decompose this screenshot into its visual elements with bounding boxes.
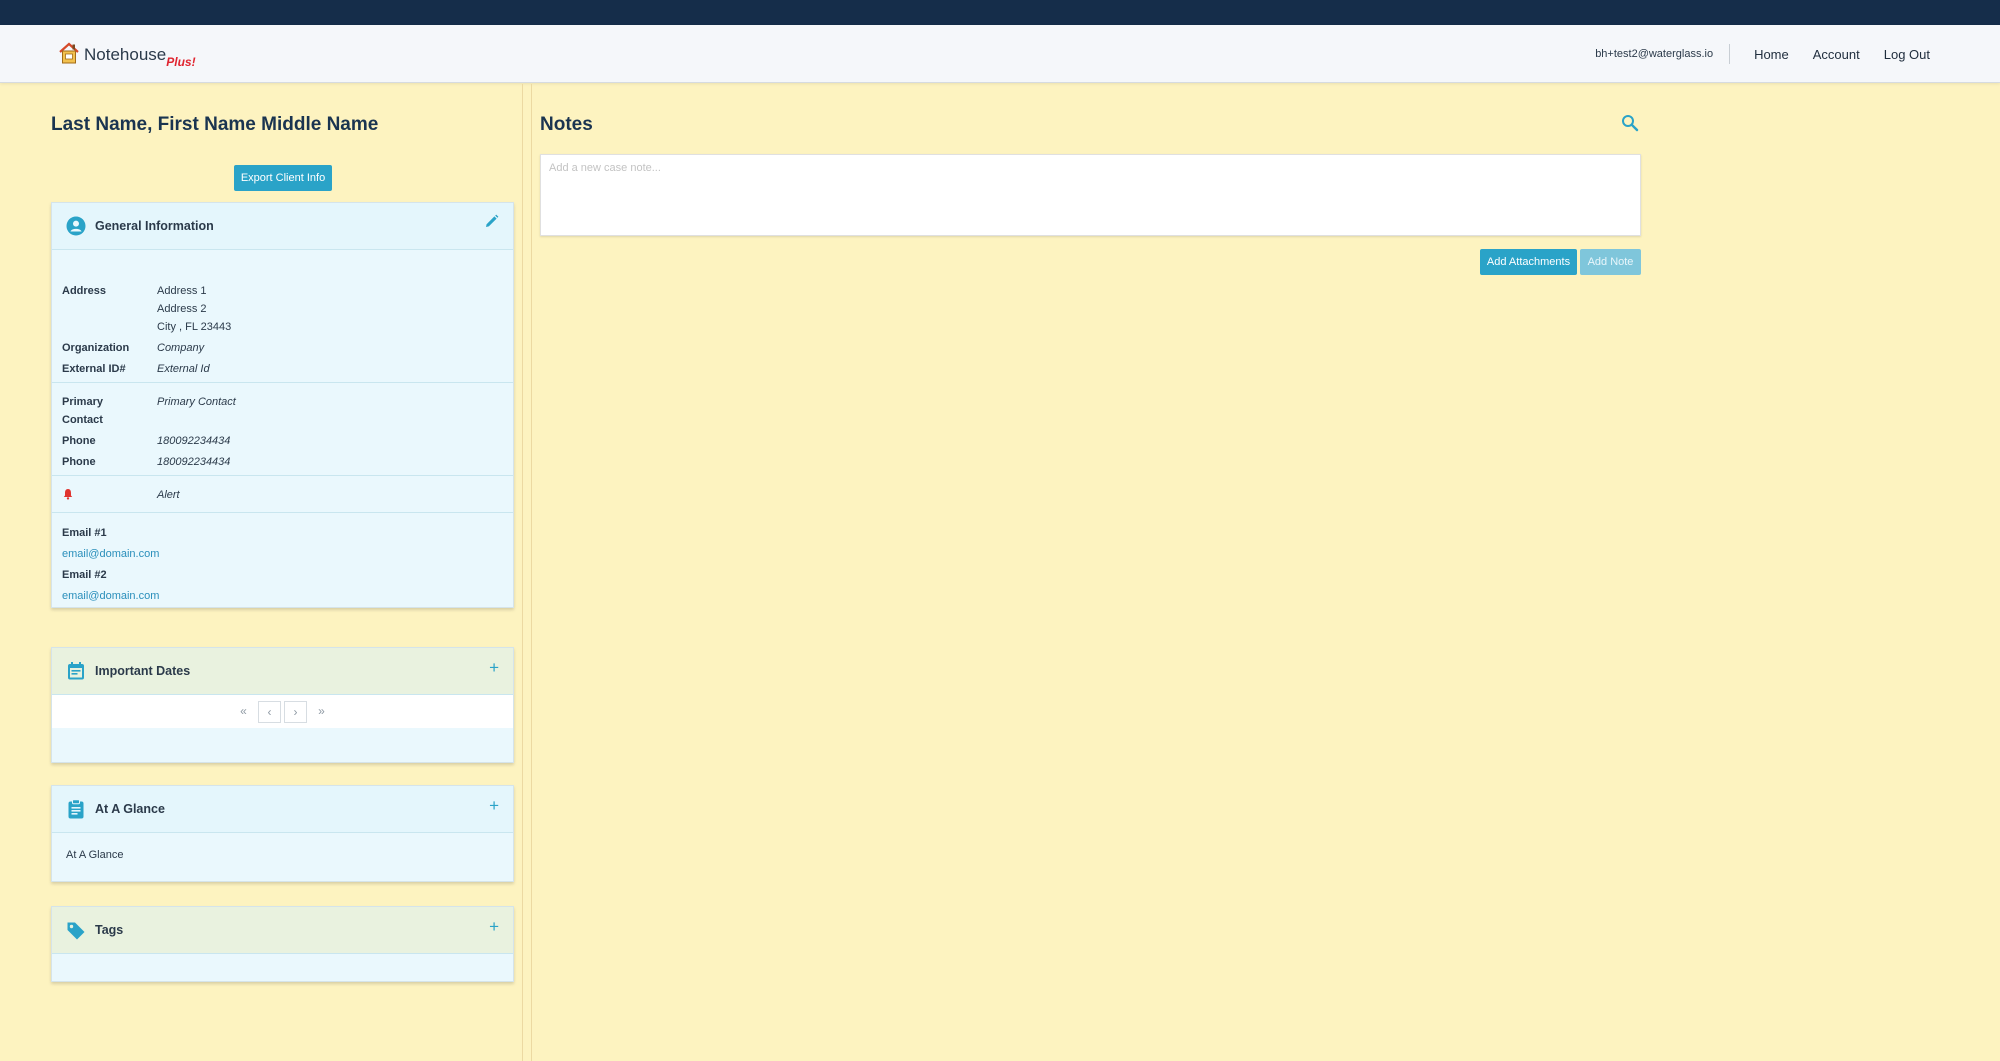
at-a-glance-content: At A Glance <box>66 849 124 861</box>
at-a-glance-card: At A Glance + At A Glance <box>51 785 514 882</box>
pager-last-button[interactable]: » <box>310 701 333 723</box>
organization-label: Organization <box>62 342 130 354</box>
add-glance-plus-icon[interactable]: + <box>489 796 499 816</box>
user-email: bh+test2@waterglass.io <box>1595 44 1731 64</box>
client-name: Last Name, First Name Middle Name <box>51 114 379 135</box>
clipboard-icon <box>66 799 86 819</box>
nav-right: bh+test2@waterglass.io Home Account Log … <box>1595 25 2000 83</box>
pager-next-button[interactable]: › <box>284 700 307 723</box>
email-label: Email #2 <box>62 569 107 581</box>
general-information-card: General Information Address Address 1 Ad… <box>51 202 514 608</box>
email-link[interactable]: email@domain.com <box>62 586 513 607</box>
address-section: Address Address 1 Address 2 City , FL 23… <box>52 250 513 383</box>
external-id-row: External ID# External Id <box>62 360 513 378</box>
organization-row: Organization Company <box>62 339 513 357</box>
address-line-2: Address 2 <box>157 303 207 315</box>
search-icon[interactable] <box>1621 114 1639 137</box>
primary-contact-row: Primary Contact Primary Contact <box>62 393 513 429</box>
email-link[interactable]: email@domain.com <box>62 544 513 565</box>
add-tag-plus-icon[interactable]: + <box>489 917 499 937</box>
phone-row: Phone 180092234434 <box>62 453 513 471</box>
navbar: Notehouse Plus! bh+test2@waterglass.io H… <box>0 25 2000 83</box>
address-row: Address Address 1 Address 2 City , FL 23… <box>62 282 513 336</box>
alert-label <box>62 486 157 504</box>
notes-title: Notes <box>540 114 593 135</box>
tag-icon <box>66 920 86 940</box>
top-strip <box>0 0 2000 25</box>
tags-title: Tags <box>95 923 124 937</box>
add-attachments-button[interactable]: Add Attachments <box>1480 249 1577 275</box>
phone-label: Phone <box>62 456 96 468</box>
nav-home-link[interactable]: Home <box>1754 47 1789 62</box>
primary-contact-label: Primary Contact <box>62 393 157 429</box>
primary-contact-label-line-1: Primary <box>62 396 103 408</box>
external-id-value: External Id <box>157 363 210 375</box>
phone-value: 180092234434 <box>157 456 231 468</box>
tags-card: Tags + <box>51 906 514 982</box>
dates-pager: « ‹ › » <box>52 695 513 728</box>
external-id-label: External ID# <box>62 363 126 375</box>
phone-label: Phone <box>62 435 96 447</box>
alert-value: Alert <box>157 489 180 501</box>
add-date-plus-icon[interactable]: + <box>489 658 499 678</box>
organization-value: Company <box>157 342 205 354</box>
nav-account-link[interactable]: Account <box>1813 47 1860 62</box>
primary-contact-value: Primary Contact <box>157 396 236 408</box>
address-line-1: Address 1 <box>157 285 207 297</box>
phone-value: 180092234434 <box>157 435 231 447</box>
new-note-input[interactable] <box>540 154 1641 236</box>
pager-first-button[interactable]: « <box>232 701 255 723</box>
pencil-icon[interactable] <box>484 214 499 234</box>
bell-icon <box>62 488 74 500</box>
address-label: Address <box>62 285 107 297</box>
important-dates-title: Important Dates <box>95 664 191 678</box>
at-a-glance-header: At A Glance + <box>52 786 513 833</box>
nav-logout-link[interactable]: Log Out <box>1884 47 1930 62</box>
address-line-3: City , FL 23443 <box>157 321 232 333</box>
brand-suffix: Plus! <box>166 55 196 69</box>
important-dates-header: Important Dates + <box>52 648 513 695</box>
email-label: Email #1 <box>62 527 107 539</box>
email-section: Email #1 email@domain.com Email #2 email… <box>52 513 513 611</box>
pager-prev-button[interactable]: ‹ <box>258 700 281 723</box>
at-a-glance-title: At A Glance <box>95 802 165 816</box>
alert-row: Alert <box>62 486 513 504</box>
tags-header: Tags + <box>52 907 513 954</box>
contact-section: Primary Contact Primary Contact Phone 18… <box>52 383 513 476</box>
alert-section: Alert <box>52 476 513 513</box>
calendar-icon <box>66 661 86 681</box>
column-divider-left <box>522 84 523 1061</box>
phone-row: Phone 180092234434 <box>62 432 513 450</box>
general-information-header: General Information <box>52 203 513 250</box>
brand-logo[interactable]: Notehouse Plus! <box>58 41 196 69</box>
primary-contact-label-line-2: Contact <box>62 414 103 426</box>
export-client-info-button[interactable]: Export Client Info <box>234 165 332 191</box>
add-note-button[interactable]: Add Note <box>1580 249 1641 275</box>
general-information-title: General Information <box>95 219 214 233</box>
important-dates-card: Important Dates + « ‹ › » <box>51 647 514 763</box>
house-logo-icon <box>58 41 80 65</box>
person-circle-icon <box>66 216 86 236</box>
brand-name: Notehouse <box>84 45 167 64</box>
address-value: Address 1 Address 2 City , FL 23443 <box>157 282 231 336</box>
column-divider-right <box>531 84 532 1061</box>
